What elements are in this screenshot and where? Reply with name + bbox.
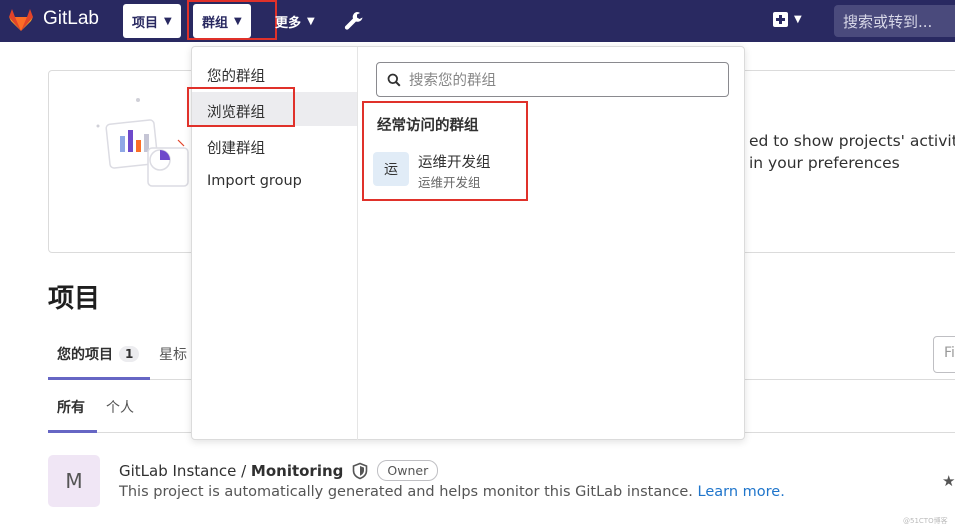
annotation-box-explore-groups: [187, 87, 295, 127]
gitlab-logo-icon[interactable]: [8, 8, 34, 32]
brand-name[interactable]: GitLab: [43, 8, 99, 30]
dropdown-divider: [357, 47, 358, 440]
group-search-placeholder: 搜索您的群组: [409, 73, 496, 89]
empty-state-illustration: [96, 98, 189, 187]
tab-your-projects[interactable]: 您的项目 1: [57, 344, 140, 364]
role-badge: Owner: [377, 460, 439, 481]
welcome-text: ed to show projects' activity, g in your…: [749, 130, 955, 174]
tab-starred[interactable]: 星标: [159, 344, 187, 364]
wrench-icon[interactable]: [343, 10, 365, 32]
nav-projects-button[interactable]: 项目 ▼: [123, 4, 181, 38]
menu-item-your-groups[interactable]: 您的群组: [207, 65, 265, 86]
project-link[interactable]: GitLab Instance / Monitoring: [119, 462, 343, 480]
watermark: @51CTO博客: [903, 517, 948, 525]
search-icon: [387, 73, 401, 87]
star-icon[interactable]: ★: [942, 472, 955, 490]
project-description: This project is automatically generated …: [119, 484, 785, 500]
menu-item-create-group[interactable]: 创建群组: [207, 137, 265, 158]
chevron-down-icon: ▼: [794, 14, 802, 25]
nav-more-label: 更多: [275, 15, 302, 31]
chevron-down-icon: ▼: [307, 15, 315, 27]
group-search-input[interactable]: 搜索您的群组: [376, 62, 729, 97]
annotation-box-nav-groups: [187, 0, 277, 40]
welcome-text-line-1: ed to show projects' activity, g: [749, 132, 955, 150]
welcome-text-line-2: in your preferences: [749, 154, 900, 172]
chevron-down-icon: ▼: [164, 15, 172, 27]
project-description-text: This project is automatically generated …: [119, 484, 693, 500]
active-subtab-indicator: [48, 430, 97, 433]
project-title-row: GitLab Instance / Monitoring Owner: [119, 460, 439, 481]
annotation-box-frequent-groups: [362, 101, 528, 201]
plus-square-icon: [773, 12, 788, 27]
learn-more-link[interactable]: Learn more.: [698, 484, 785, 500]
project-avatar[interactable]: M: [48, 455, 100, 507]
subtab-all[interactable]: 所有: [57, 397, 85, 417]
tab-count-badge: 1: [119, 346, 140, 362]
project-namespace: GitLab Instance /: [119, 461, 251, 480]
top-search-input[interactable]: 搜索或转到...: [834, 5, 955, 37]
active-tab-indicator: [48, 377, 150, 380]
new-item-button[interactable]: ▼: [773, 12, 802, 27]
tab-your-projects-label: 您的项目: [57, 347, 113, 363]
nav-projects-label: 项目: [132, 15, 159, 31]
shield-icon: [353, 462, 368, 479]
subtab-personal[interactable]: 个人: [106, 397, 134, 417]
filter-input[interactable]: Fi: [933, 336, 955, 373]
nav-more-button[interactable]: 更多 ▼: [266, 4, 324, 38]
project-name: Monitoring: [250, 461, 344, 480]
menu-item-import-group[interactable]: Import group: [207, 173, 302, 189]
page-title: 项目: [48, 284, 101, 314]
